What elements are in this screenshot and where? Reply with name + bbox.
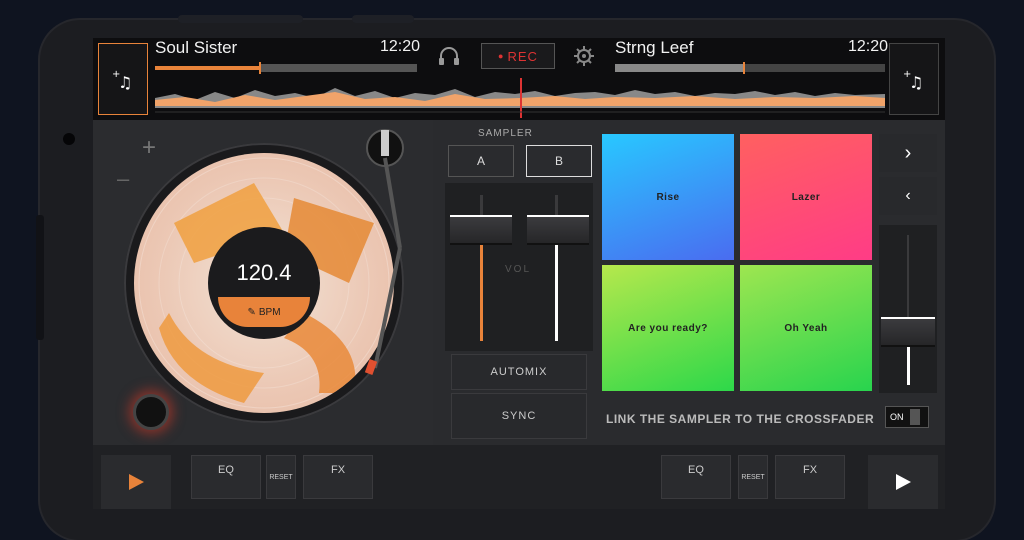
right-fader-level <box>555 243 558 341</box>
bpm-label: BPM <box>258 306 281 318</box>
load-track-right-button[interactable]: + ♫ <box>889 43 939 115</box>
bpm-value: 120.4 <box>236 260 292 285</box>
headphones-icon[interactable] <box>438 46 460 66</box>
camera-icon <box>63 133 75 145</box>
sampler-label: SAMPLER <box>478 128 533 139</box>
app-screen: + ♫ Soul Sister 12:20 ● REC Strng Leef 12:… <box>93 38 945 509</box>
record-dot-icon: ● <box>498 51 505 61</box>
phone-side-button <box>36 215 44 340</box>
left-fader-level <box>480 243 483 341</box>
tonearm[interactable] <box>355 128 415 378</box>
chevron-right-icon: › <box>904 141 912 164</box>
left-fx-button[interactable]: FX <box>303 455 373 499</box>
right-volume-fader[interactable] <box>527 215 589 245</box>
add-music-icon: +♫ <box>903 69 923 92</box>
chevron-left-icon: ‹ <box>905 187 911 204</box>
right-reset-button[interactable]: RESET <box>738 455 768 499</box>
pencil-icon: ✎ <box>247 306 256 318</box>
sampler-pad-lazer[interactable]: Lazer <box>740 134 872 260</box>
phone-power-button <box>352 15 414 23</box>
right-mini-waveform <box>615 62 885 74</box>
sync-button[interactable]: SYNC <box>451 393 587 439</box>
svg-text:♫: ♫ <box>909 73 923 92</box>
sampler-pad-are-you-ready[interactable]: Are you ready? <box>602 265 734 391</box>
link-sampler-toggle[interactable]: ON <box>885 406 929 428</box>
cue-knob[interactable] <box>133 394 169 430</box>
left-volume-fader[interactable] <box>450 215 512 245</box>
left-mini-waveform <box>155 62 417 74</box>
right-track-time: 12:20 <box>848 38 889 55</box>
pitch-plus-icon[interactable]: + <box>142 134 156 162</box>
main-waveform[interactable] <box>155 78 885 118</box>
left-track-title: Soul Sister <box>155 38 238 57</box>
crossfader[interactable]: ◀ ▶ <box>93 445 283 509</box>
left-track-time: 12:20 <box>380 38 421 55</box>
toggle-knob <box>909 409 920 425</box>
right-eq-button[interactable]: EQ <box>661 455 731 499</box>
bottom-bar: EQ RESET FX ◀ ▶ EQ RESET FX <box>93 445 945 509</box>
phone-volume-button <box>178 15 303 23</box>
load-track-left-button[interactable]: + ♫ <box>98 43 148 115</box>
sampler-pad-rise[interactable]: Rise <box>602 134 734 260</box>
previous-page-button[interactable]: ‹ <box>879 177 937 215</box>
sampler-bank-b-button[interactable]: B <box>526 145 592 177</box>
next-page-button[interactable]: › <box>879 134 937 172</box>
sampler-crossfader <box>879 225 937 393</box>
right-play-button[interactable] <box>868 455 938 509</box>
vol-label: VOL <box>505 264 532 275</box>
link-sampler-label: LINK THE SAMPLER TO THE CROSSFADER <box>606 412 875 426</box>
sampler-fader-handle[interactable] <box>881 317 935 347</box>
top-bar: + ♫ Soul Sister 12:20 ● REC Strng Leef 12:… <box>93 38 945 120</box>
sampler-bank-a-button[interactable]: A <box>448 145 514 177</box>
sampler-pad-oh-yeah[interactable]: Oh Yeah <box>740 265 872 391</box>
settings-gear-icon[interactable] <box>573 45 595 67</box>
play-icon <box>896 474 911 490</box>
record-label: REC <box>507 48 538 64</box>
right-fx-button[interactable]: FX <box>775 455 845 499</box>
pitch-minus-icon[interactable]: – <box>117 166 129 192</box>
right-track-title: Strng Leef <box>615 38 694 57</box>
record-button[interactable]: ● REC <box>481 43 555 69</box>
svg-text:♫: ♫ <box>118 73 132 92</box>
toggle-state: ON <box>890 412 904 422</box>
automix-button[interactable]: AUTOMIX <box>451 354 587 390</box>
add-music-icon: +♫ <box>112 69 132 92</box>
